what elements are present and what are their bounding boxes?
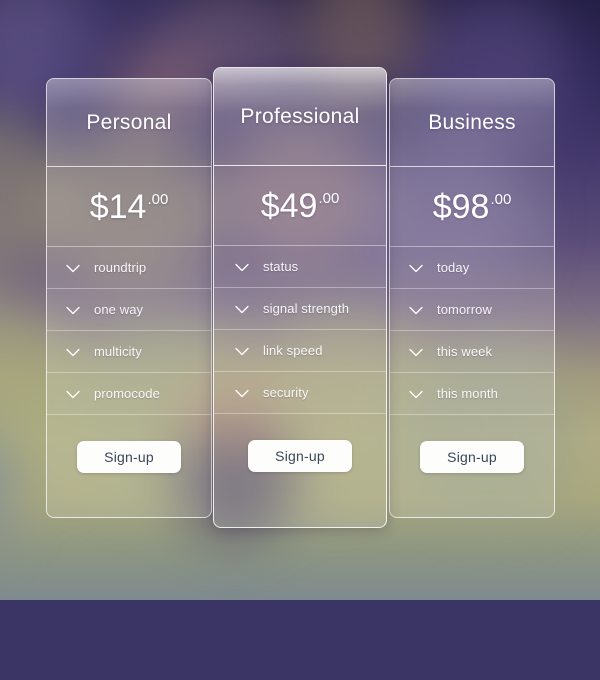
price-cents: .00 [147, 190, 169, 208]
feature-row: today [390, 247, 554, 289]
check-icon [409, 264, 423, 272]
signup-button[interactable]: Sign-up [420, 441, 524, 473]
feature-row: security [214, 372, 386, 414]
check-icon [66, 390, 80, 398]
price-amount: $98 [432, 187, 490, 226]
check-icon [409, 348, 423, 356]
pricing-card-business[interactable]: Business $98 .00 today tomorrow this wee… [389, 78, 555, 518]
price-cents: .00 [490, 190, 512, 208]
feature-label: link speed [263, 343, 323, 358]
feature-row: this week [390, 331, 554, 373]
plan-name: Personal [86, 110, 172, 134]
card-price: $14 .00 [47, 167, 211, 247]
card-price: $98 .00 [390, 167, 554, 247]
feature-row: promocode [47, 373, 211, 415]
feature-row: one way [47, 289, 211, 331]
feature-row: this month [390, 373, 554, 415]
feature-label: security [263, 385, 309, 400]
check-icon [235, 305, 249, 313]
card-header: Business [390, 79, 554, 167]
feature-list: today tomorrow this week this month [390, 247, 554, 415]
card-header: Personal [47, 79, 211, 167]
price-cents: .00 [318, 189, 340, 207]
pricing-card-professional[interactable]: Professional $49 .00 status signal stren… [213, 67, 387, 528]
feature-list: roundtrip one way multicity promocode [47, 247, 211, 415]
feature-label: multicity [94, 344, 142, 359]
feature-label: one way [94, 302, 144, 317]
price-amount: $49 [260, 186, 318, 225]
signup-button[interactable]: Sign-up [248, 440, 352, 472]
feature-label: promocode [94, 386, 160, 401]
card-header: Professional [214, 68, 386, 166]
feature-label: roundtrip [94, 260, 147, 275]
pricing-card-personal[interactable]: Personal $14 .00 roundtrip one way multi… [46, 78, 212, 518]
price-amount: $14 [89, 187, 147, 226]
check-icon [235, 347, 249, 355]
feature-label: this month [437, 386, 498, 401]
feature-label: today [437, 260, 470, 275]
card-footer: Sign-up [214, 414, 386, 527]
pricing-cards: Personal $14 .00 roundtrip one way multi… [0, 0, 600, 600]
card-footer: Sign-up [47, 415, 211, 517]
feature-label: status [263, 259, 299, 274]
check-icon [66, 348, 80, 356]
feature-list: status signal strength link speed securi… [214, 246, 386, 414]
check-icon [409, 390, 423, 398]
feature-row: roundtrip [47, 247, 211, 289]
check-icon [235, 389, 249, 397]
feature-row: tomorrow [390, 289, 554, 331]
feature-label: this week [437, 344, 493, 359]
plan-name: Business [428, 110, 516, 134]
feature-row: signal strength [214, 288, 386, 330]
check-icon [66, 306, 80, 314]
feature-row: status [214, 246, 386, 288]
check-icon [409, 306, 423, 314]
feature-row: link speed [214, 330, 386, 372]
card-footer: Sign-up [390, 415, 554, 517]
card-price: $49 .00 [214, 166, 386, 246]
feature-label: signal strength [263, 301, 350, 316]
plan-name: Professional [240, 104, 360, 128]
check-icon [66, 264, 80, 272]
feature-label: tomorrow [437, 302, 492, 317]
signup-button[interactable]: Sign-up [77, 441, 181, 473]
check-icon [235, 263, 249, 271]
feature-row: multicity [47, 331, 211, 373]
